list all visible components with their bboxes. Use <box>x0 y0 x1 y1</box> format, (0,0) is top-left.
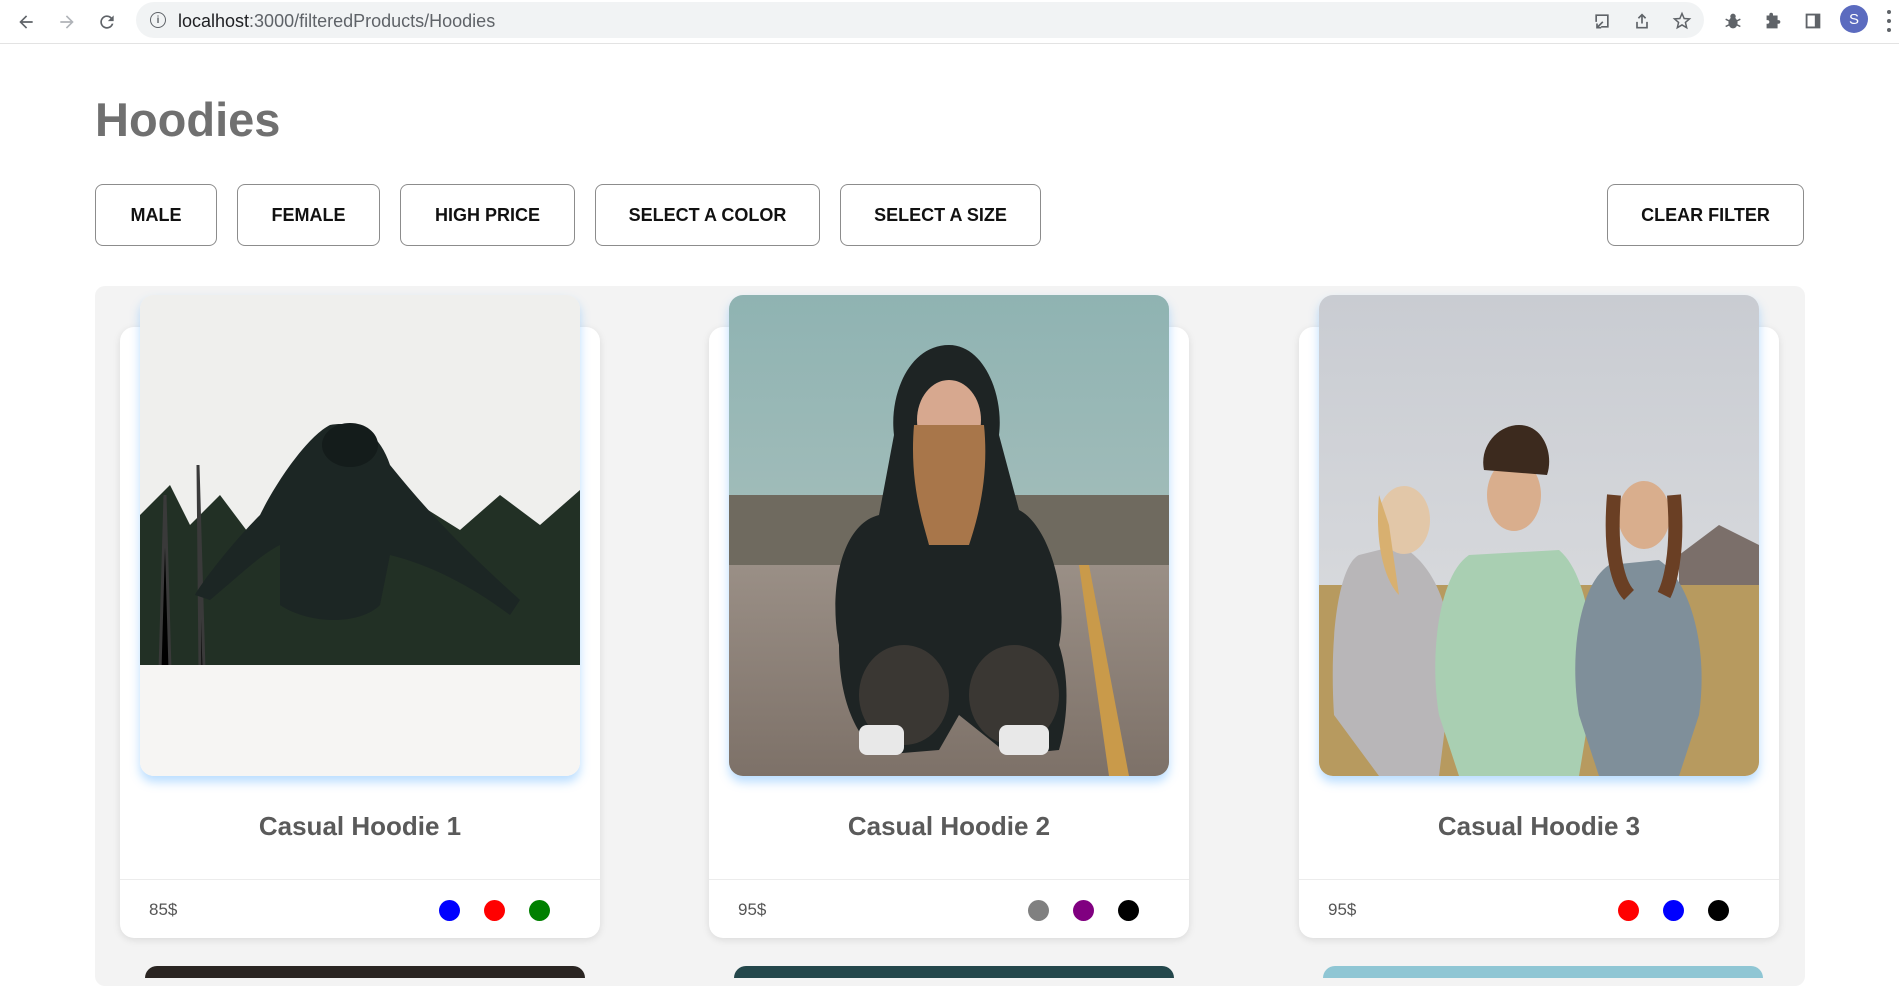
select-size-button[interactable]: SELECT A SIZE <box>840 184 1041 246</box>
address-bar[interactable]: i localhost:3000/filteredProducts/Hoodie… <box>136 2 1704 38</box>
high-price-filter-button[interactable]: HIGH PRICE <box>400 184 575 246</box>
product-name[interactable]: Casual Hoodie 1 <box>120 811 600 842</box>
female-filter-button[interactable]: FEMALE <box>237 184 380 246</box>
share-icon[interactable] <box>1631 10 1653 32</box>
extensions-puzzle-icon[interactable] <box>1759 7 1787 35</box>
product-name[interactable]: Casual Hoodie 2 <box>709 811 1189 842</box>
side-panel-icon[interactable] <box>1799 7 1827 35</box>
extension-bug-icon[interactable] <box>1719 7 1747 35</box>
bookmark-star-icon[interactable] <box>1671 10 1693 32</box>
url-text[interactable]: localhost:3000/filteredProducts/Hoodies <box>178 11 495 32</box>
card-divider <box>709 879 1189 880</box>
product-price: 95$ <box>738 900 767 919</box>
card-divider <box>120 879 600 880</box>
reload-icon[interactable] <box>91 6 123 38</box>
install-app-icon[interactable] <box>1591 10 1613 32</box>
color-swatch[interactable] <box>1118 900 1139 921</box>
color-swatch[interactable] <box>1663 900 1684 921</box>
color-swatch[interactable] <box>1028 900 1049 921</box>
forward-arrow-icon[interactable] <box>51 6 83 38</box>
site-info-icon[interactable]: i <box>150 12 166 28</box>
male-filter-button[interactable]: MALE <box>95 184 217 246</box>
product-price: 95$ <box>1328 900 1357 919</box>
browser-toolbar: i localhost:3000/filteredProducts/Hoodie… <box>0 0 1899 44</box>
next-row-product-image[interactable] <box>734 966 1174 978</box>
color-swatch[interactable] <box>439 900 460 921</box>
product-image[interactable] <box>729 295 1169 776</box>
url-host: localhost <box>178 11 250 31</box>
color-swatch[interactable] <box>1618 900 1639 921</box>
color-swatch[interactable] <box>529 900 550 921</box>
select-color-button[interactable]: SELECT A COLOR <box>595 184 820 246</box>
color-swatch[interactable] <box>484 900 505 921</box>
product-image[interactable] <box>140 295 580 776</box>
next-row-product-image[interactable] <box>1323 966 1763 978</box>
product-name[interactable]: Casual Hoodie 3 <box>1299 811 1779 842</box>
page-title: Hoodies <box>95 93 281 146</box>
next-row-product-image[interactable] <box>145 966 585 978</box>
clear-filter-button[interactable]: CLEAR FILTER <box>1607 184 1804 246</box>
profile-avatar[interactable]: S <box>1840 5 1868 33</box>
browser-menu-icon[interactable] <box>1882 8 1896 34</box>
color-swatch[interactable] <box>1073 900 1094 921</box>
product-image[interactable] <box>1319 295 1759 776</box>
product-price: 85$ <box>149 900 178 919</box>
card-divider <box>1299 879 1779 880</box>
color-swatch[interactable] <box>1708 900 1729 921</box>
url-path: :3000/filteredProducts/Hoodies <box>249 11 496 31</box>
back-arrow-icon[interactable] <box>10 6 42 38</box>
